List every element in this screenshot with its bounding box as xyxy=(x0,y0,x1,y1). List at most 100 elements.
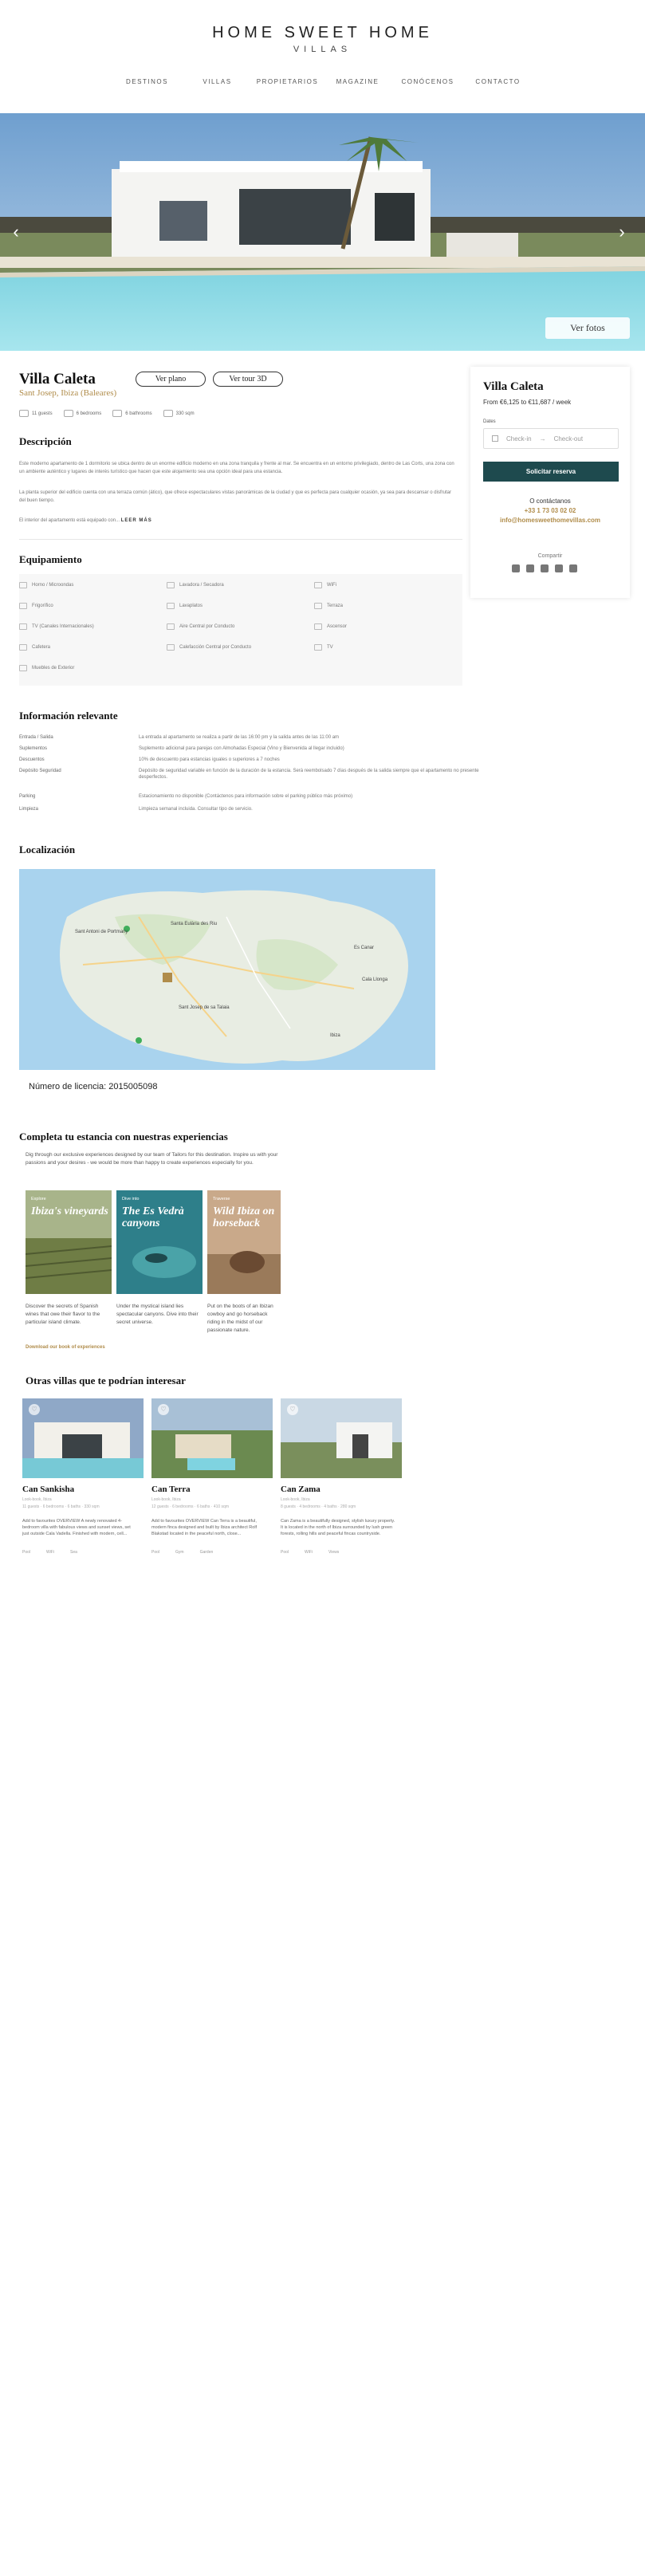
facebook-icon[interactable] xyxy=(526,564,534,572)
checkout-field[interactable]: Check-out xyxy=(554,435,583,442)
oven-icon xyxy=(19,582,27,588)
fact-guests: 11 guests xyxy=(19,410,53,417)
read-more-link[interactable]: LEER MÁS xyxy=(121,518,152,523)
description-heading: Descripción xyxy=(19,435,72,447)
arrow-right-icon: → xyxy=(539,435,546,442)
nav-contacto[interactable]: CONTACTO xyxy=(463,78,533,85)
info-row: Descuentos 10% de descuento para estancia… xyxy=(19,757,280,762)
villa-card-stats: Pool WiFi Sea xyxy=(22,1550,77,1555)
download-experiences-link[interactable]: Download our book of experiences xyxy=(26,1345,105,1350)
nav-villas[interactable]: VILLAS xyxy=(183,78,253,85)
villa-card-meta: 12 guests · 6 bedrooms · 6 baths · 410 s… xyxy=(151,1504,229,1509)
heating-icon xyxy=(167,644,175,651)
villa-card[interactable]: ♡ Can Terra Look-book, Ibiza 12 guests ·… xyxy=(151,1398,273,1574)
view-photos-button[interactable]: Ver fotos xyxy=(545,317,630,339)
link-icon[interactable] xyxy=(541,564,549,572)
site-header: HOME SWEET HOME VILLAS DESTINOS VILLAS P… xyxy=(0,0,645,112)
hero-prev-arrow[interactable]: ‹ xyxy=(8,222,24,242)
fact-bathrooms: 6 bathrooms xyxy=(112,410,152,417)
nav-propietarios[interactable]: PROPIETARIOS xyxy=(253,78,323,85)
email-icon[interactable] xyxy=(569,564,577,572)
hero-next-arrow[interactable]: › xyxy=(614,222,630,242)
villa-card-meta: Look-book, Ibiza xyxy=(22,1497,52,1502)
calendar-icon xyxy=(492,435,498,442)
villa-card-meta: 11 guests · 6 bedrooms · 6 baths · 330 s… xyxy=(22,1504,100,1509)
favourite-heart-icon[interactable]: ♡ xyxy=(158,1404,169,1415)
villa-card-stats: Pool WiFi Views xyxy=(281,1550,340,1555)
info-row: Depósito Seguridad Depósito de seguridad … xyxy=(19,769,479,780)
equipment-grid: Horno / Microondas Lavadora / Secadora W… xyxy=(19,574,462,686)
nav-destinos[interactable]: DESTINOS xyxy=(112,78,183,85)
licence-number: Número de licencia: 2015005098 xyxy=(29,1082,158,1091)
view-plan-button[interactable]: Ver plano xyxy=(136,372,206,387)
twitter-icon[interactable] xyxy=(512,564,520,572)
dates-label: Dates xyxy=(483,419,496,424)
contact-email[interactable]: info@homesweethomevillas.com xyxy=(470,517,630,524)
aircon-icon xyxy=(167,623,175,630)
checkin-field[interactable]: Check-in xyxy=(506,435,532,442)
booking-price: From €6,125 to €11,687 / week xyxy=(483,399,572,406)
view-3d-tour-button[interactable]: Ver tour 3D xyxy=(213,372,283,387)
equipment-item: Muebles de Exterior xyxy=(19,665,74,671)
equipment-item: Cafetera xyxy=(19,644,50,651)
villa-card-desc: Add to favourites OVERVIEW A newly renov… xyxy=(22,1519,131,1536)
info-row: Suplementos Suplemento adicional para par… xyxy=(19,746,344,751)
brand-title[interactable]: HOME SWEET HOME xyxy=(0,24,645,42)
contact-phone[interactable]: +33 1 73 03 02 02 xyxy=(470,507,630,514)
experience-card[interactable]: Dive into The Es Vedrà canyons xyxy=(116,1190,203,1294)
favourite-heart-icon[interactable]: ♡ xyxy=(287,1404,298,1415)
elevator-icon xyxy=(314,623,322,630)
nav-magazine[interactable]: MAGAZINE xyxy=(323,78,393,85)
experience-desc: Under the mystical island lies spectacul… xyxy=(116,1304,199,1325)
villa-location: Sant Josep, Ibiza (Baleares) xyxy=(19,388,117,398)
location-map[interactable]: Santa Eulària des Riu Sant Antoni de Por… xyxy=(19,869,435,1070)
villa-card-desc: Can Zama is a beautifully designed, styl… xyxy=(281,1519,395,1536)
villa-card-meta: 8 guests · 4 bedrooms · 4 baths · 280 sq… xyxy=(281,1504,356,1509)
villa-card-image: ♡ xyxy=(281,1398,402,1478)
villa-card[interactable]: ♡ Can Zama Look-book, Ibiza 8 guests · 4… xyxy=(281,1398,402,1574)
experiences-intro: Dig through our exclusive experiences de… xyxy=(26,1152,278,1166)
nav-conocenos[interactable]: CONÓCENOS xyxy=(393,78,463,85)
experience-title: The Es Vedrà canyons xyxy=(122,1205,184,1229)
villa-card-meta: Look-book, Ibiza xyxy=(151,1497,181,1502)
villa-card[interactable]: ♡ Can Sankisha Look-book, Ibiza 11 guest… xyxy=(22,1398,144,1574)
divider xyxy=(19,539,462,540)
coffee-icon xyxy=(19,644,27,651)
equipment-item: Frigorífico xyxy=(19,603,53,609)
other-villas-heading: Otras villas que te podrían interesar xyxy=(26,1375,186,1386)
fact-area: 330 sqm xyxy=(163,410,195,417)
washer-icon xyxy=(167,582,175,588)
date-range-picker[interactable]: Check-in → Check-out xyxy=(483,428,619,449)
tv-icon xyxy=(314,644,322,651)
experience-card[interactable]: Traverse Wild Ibiza on horseback xyxy=(207,1190,281,1294)
villa-card-meta: Look-book, Ibiza xyxy=(281,1497,310,1502)
description-p2: La planta superior del edificio cuenta c… xyxy=(19,490,451,503)
experience-card[interactable]: Explore Ibiza's vineyards xyxy=(26,1190,112,1294)
bath-icon xyxy=(112,410,123,417)
share-label: Compartir xyxy=(537,553,563,559)
description-p3: El interior del apartamento está equipad… xyxy=(19,518,152,523)
furniture-icon xyxy=(19,665,27,671)
villa-card-image: ♡ xyxy=(22,1398,144,1478)
whatsapp-icon[interactable] xyxy=(555,564,563,572)
dishwasher-icon xyxy=(167,603,175,609)
info-row: Parking Estacionamiento no disponible (Co… xyxy=(19,794,353,799)
request-booking-button[interactable]: Solicitar reserva xyxy=(483,462,619,482)
villa-card-image: ♡ xyxy=(151,1398,273,1478)
experience-desc: Discover the secrets of Spanish wines th… xyxy=(26,1304,100,1325)
villa-card-name: Can Zama xyxy=(281,1485,321,1494)
villa-facts: 11 guests 6 bedrooms 6 bathrooms 330 sqm xyxy=(19,410,195,417)
terrace-icon xyxy=(314,603,322,609)
favourite-heart-icon[interactable]: ♡ xyxy=(29,1404,40,1415)
equipment-item: WiFi xyxy=(314,582,336,588)
area-icon xyxy=(163,410,173,417)
equipment-item: Aire Central por Conducto xyxy=(167,623,234,630)
info-row: Limpieza Limpieza semanal incluida. Consu… xyxy=(19,807,253,812)
map-marker-icon xyxy=(163,973,172,982)
experience-title: Wild Ibiza on horseback xyxy=(213,1205,275,1229)
wifi-icon xyxy=(314,582,322,588)
map-image: Santa Eulària des Riu Sant Antoni de Por… xyxy=(19,869,435,1070)
equipment-item: Lavadora / Secadora xyxy=(167,582,224,588)
main-nav: DESTINOS VILLAS PROPIETARIOS MAGAZINE CO… xyxy=(0,78,645,85)
brand-subtitle: VILLAS xyxy=(293,45,352,54)
